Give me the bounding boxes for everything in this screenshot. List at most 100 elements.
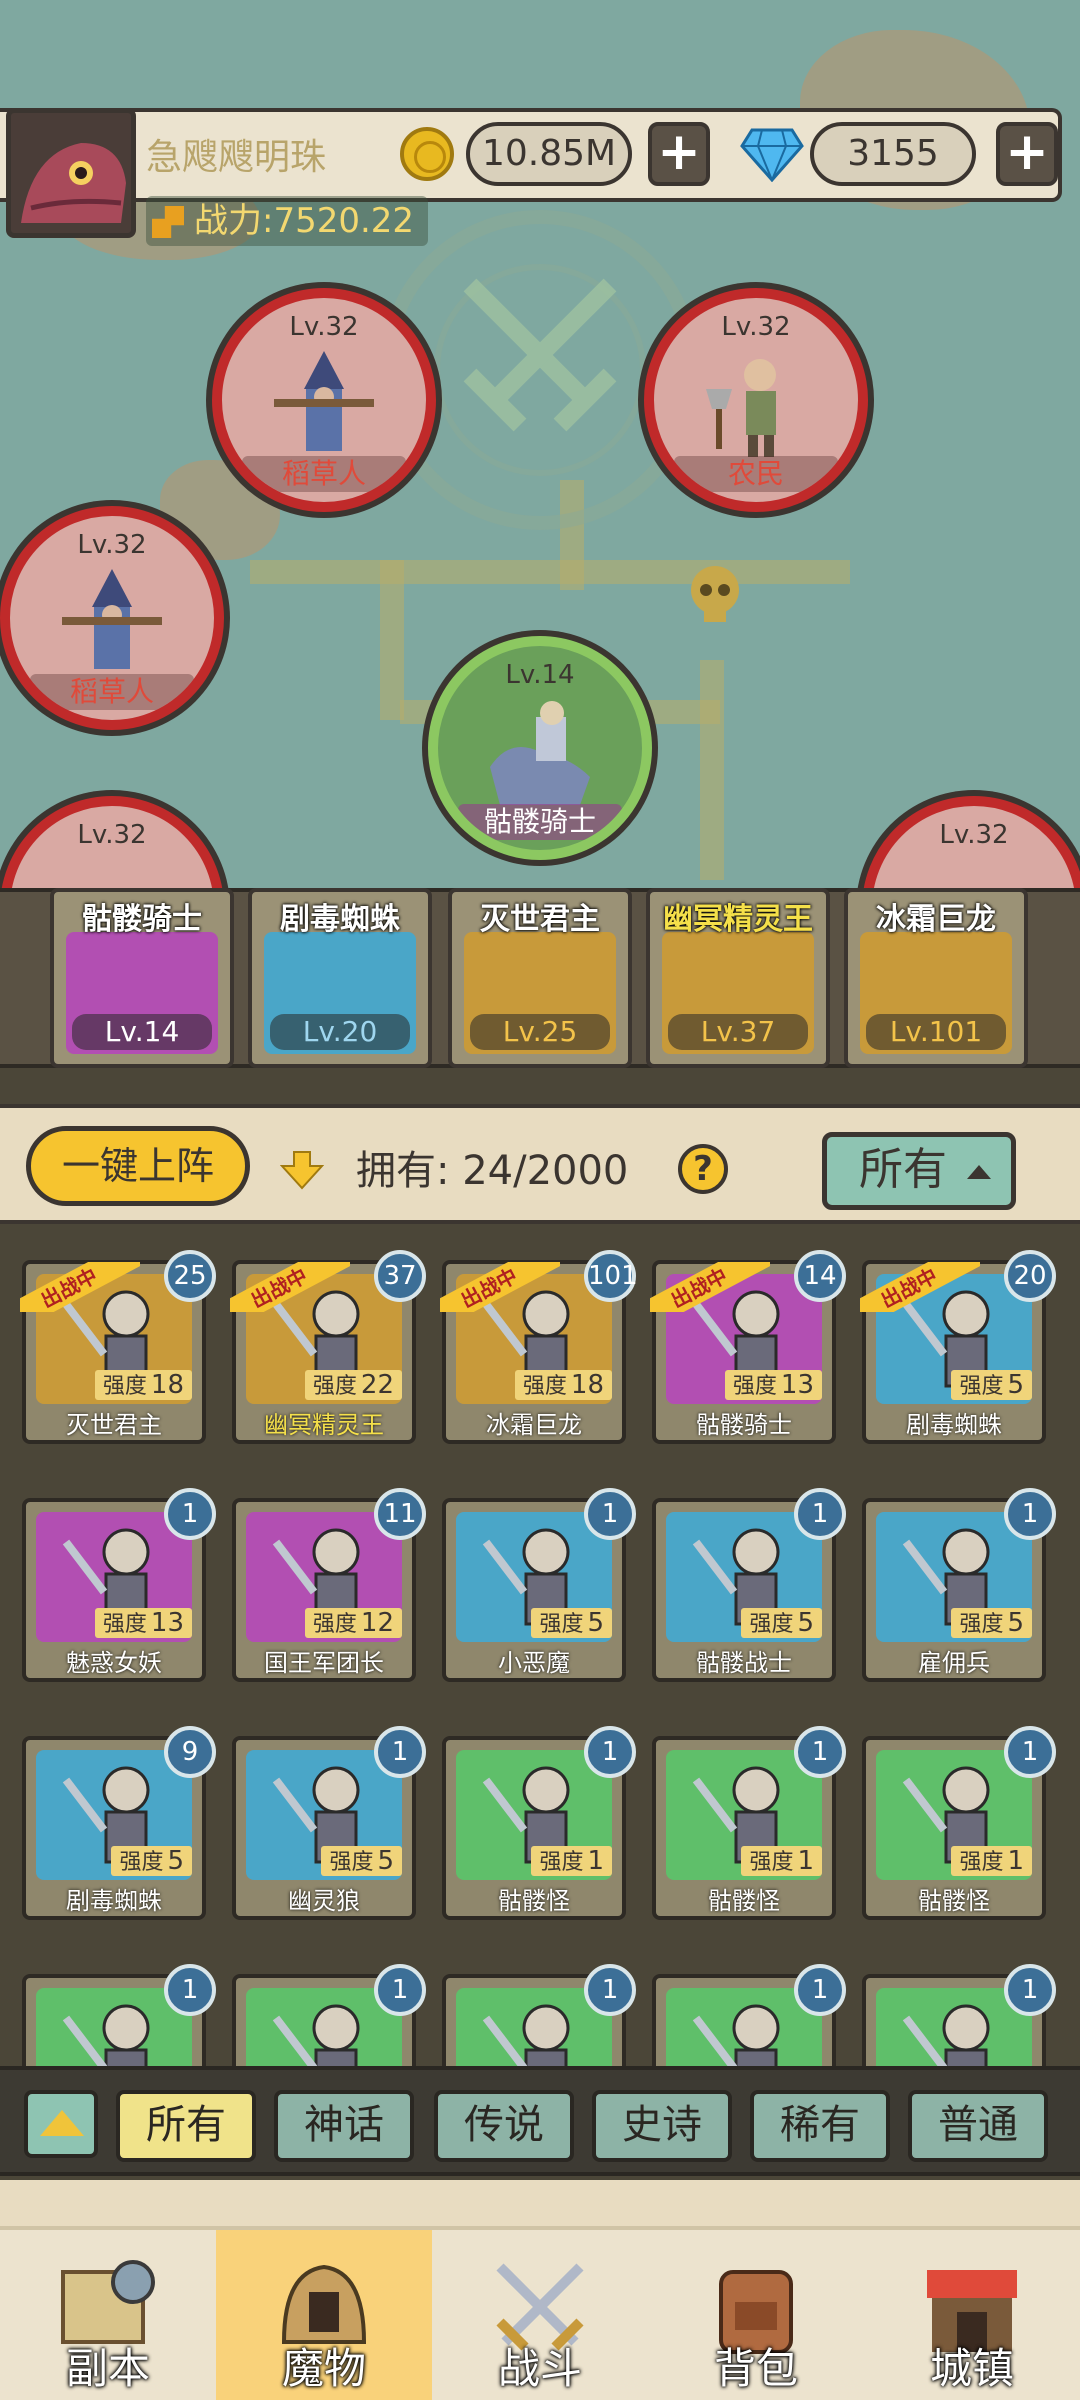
strength-value: 22: [360, 1370, 394, 1400]
nav-label: 魔物: [281, 2344, 366, 2393]
lineup-slot[interactable]: 幽冥精灵王 Lv.37: [646, 888, 830, 1068]
map-node-enemy[interactable]: Lv.32 农民: [644, 288, 868, 512]
caret-up-icon: [967, 1165, 991, 1179]
count-badge: 25: [164, 1250, 216, 1302]
map-node-enemy[interactable]: Lv.32 稻草人: [212, 288, 436, 512]
count-badge: 11: [374, 1488, 426, 1540]
monster-name: 骷髅怪: [918, 1887, 990, 1915]
monster-card[interactable]: 强度 5 骷髅战士 1: [652, 1488, 846, 1682]
monster-card[interactable]: 强度 12 国王军团长 11: [232, 1488, 426, 1682]
strength-prefix: 强度: [959, 1612, 1004, 1637]
monster-card[interactable]: 强度 1 骷髅怪 1: [862, 1726, 1056, 1920]
count-badge: 1: [1004, 1726, 1056, 1778]
count-badge: 1: [374, 1964, 426, 2016]
collapse-up-button[interactable]: [24, 2090, 98, 2158]
count-badge: 1: [164, 1964, 216, 2016]
monster-card[interactable]: 强度 5 剧毒蜘蛛 9: [22, 1726, 216, 1920]
help-button[interactable]: ?: [678, 1144, 728, 1194]
monster-card[interactable]: 强度 5 幽灵狼 1: [232, 1726, 426, 1920]
map-node-enemy[interactable]: Lv.32 稻草人: [0, 506, 224, 730]
deployed-ribbon: 出战中: [440, 1262, 560, 1312]
strength-prefix: 强度: [749, 1612, 794, 1637]
monster-card[interactable]: 强度 1 骷髅怪 1: [652, 1726, 846, 1920]
lineup-slot[interactable]: 灭世君主 Lv.25: [448, 888, 632, 1068]
lineup-slot[interactable]: 骷髅骑士 Lv.14: [50, 888, 234, 1068]
deployed-ribbon: 出战中: [650, 1262, 770, 1312]
monster-card[interactable]: 强度 5 小恶魔 1: [442, 1488, 636, 1682]
monster-card[interactable]: 出战中 强度 18 灭世君主 25: [20, 1250, 216, 1444]
count-badge: 14: [794, 1250, 846, 1302]
monster-card[interactable]: 出战中 强度 22 幽冥精灵王 37: [230, 1250, 426, 1444]
lineup-slot[interactable]: 冰霜巨龙 Lv.101: [844, 888, 1028, 1068]
tier-tab-common[interactable]: 普通: [908, 2090, 1048, 2162]
nav-dungeon[interactable]: 副本: [0, 2226, 216, 2400]
monster-card[interactable]: 1: [652, 1964, 846, 2068]
owned-count: 拥有: 24/2000: [356, 1148, 629, 1194]
strength-value: 1: [587, 1846, 604, 1876]
filter-dropdown[interactable]: 所有: [822, 1132, 1016, 1210]
lineup-level: Lv.14: [72, 1014, 212, 1050]
strength-tag: 强度 18: [94, 1370, 192, 1400]
strength-prefix: 强度: [102, 1374, 147, 1399]
count-badge: 20: [1004, 1250, 1056, 1302]
tier-tab-mythic[interactable]: 神话: [274, 2090, 414, 2162]
monster-card[interactable]: 强度 13 魅惑女妖 1: [22, 1488, 216, 1682]
monster-card[interactable]: 出战中 强度 5 剧毒蜘蛛 20: [860, 1250, 1056, 1444]
count-badge: 1: [794, 1964, 846, 2016]
nav-battle[interactable]: 战斗: [432, 2226, 648, 2400]
count-badge: 1: [584, 1726, 636, 1778]
gem-amount: 3155: [810, 122, 976, 186]
lineup-slot[interactable]: 剧毒蜘蛛 Lv.20: [248, 888, 432, 1068]
lineup-name: 剧毒蜘蛛: [280, 902, 400, 937]
monster-card[interactable]: 强度 1 骷髅怪 1: [442, 1726, 636, 1920]
monster-name: 幽冥精灵王: [264, 1411, 384, 1439]
strength-prefix: 强度: [732, 1374, 777, 1399]
add-gem-button[interactable]: +: [996, 122, 1058, 186]
strength-value: 5: [1007, 1370, 1024, 1400]
quick-deploy-button[interactable]: 一键上阵: [26, 1126, 250, 1206]
monster-card[interactable]: 1: [232, 1964, 426, 2068]
count-badge: 1: [1004, 1964, 1056, 2016]
strength-value: 13: [780, 1370, 814, 1400]
scarecrow-icon: [274, 351, 374, 452]
monster-card[interactable]: 1: [442, 1964, 636, 2068]
deployed-label: 出战中: [20, 1262, 140, 1312]
combat-power: 战力:7520.22: [146, 196, 429, 246]
nav-backpack[interactable]: 背包: [648, 2226, 864, 2400]
monster-card[interactable]: 出战中 强度 13 骷髅骑士 14: [650, 1250, 846, 1444]
strength-prefix: 强度: [959, 1850, 1004, 1875]
map-node-ally[interactable]: Lv.14 骷髅骑士: [428, 636, 652, 860]
strength-tag: 强度 5: [531, 1608, 612, 1638]
lineup-level: Lv.37: [668, 1014, 808, 1050]
deployed-ribbon: 出战中: [230, 1262, 350, 1312]
monster-card[interactable]: 强度 5 雇佣兵 1: [862, 1488, 1056, 1682]
tier-tab-all[interactable]: 所有: [116, 2090, 256, 2162]
monster-card[interactable]: 1: [862, 1964, 1056, 2068]
strength-prefix: 强度: [539, 1850, 584, 1875]
strength-tag: 强度 13: [724, 1370, 822, 1400]
player-avatar[interactable]: [6, 108, 136, 238]
lineup-name: 幽冥精灵王: [663, 902, 813, 937]
deployed-ribbon: 出战中: [860, 1262, 980, 1312]
strength-tag: 强度 5: [951, 1608, 1032, 1638]
nav-town[interactable]: 城镇: [864, 2226, 1080, 2400]
tier-tab-legendary[interactable]: 传说: [434, 2090, 574, 2162]
count-badge: 1: [584, 1488, 636, 1540]
strength-value: 5: [1007, 1608, 1024, 1638]
monster-name: 国王军团长: [264, 1649, 384, 1677]
node-level: Lv.32: [939, 820, 1009, 850]
monster-card[interactable]: 出战中 强度 18 冰霜巨龙 101: [440, 1250, 638, 1444]
monster-name: 冰霜巨龙: [486, 1411, 582, 1439]
tier-tab-epic[interactable]: 史诗: [592, 2090, 732, 2162]
monster-grid[interactable]: 出战中 强度 18 灭世君主 25 出战中 强度 22 幽冥精灵王 37 出战中 强度 18 冰霜巨龙 10…: [0, 1228, 1080, 2068]
monster-card[interactable]: 1: [22, 1964, 216, 2068]
count-badge: 9: [164, 1726, 216, 1778]
nav-monsters[interactable]: 魔物: [216, 2226, 432, 2400]
add-gold-button[interactable]: +: [648, 122, 710, 186]
strength-prefix: 强度: [119, 1850, 164, 1875]
count-badge: 101: [584, 1250, 638, 1302]
deployed-label: 出战中: [860, 1262, 980, 1312]
strength-tag: 强度 13: [94, 1608, 192, 1638]
tier-tab-rare[interactable]: 稀有: [750, 2090, 890, 2162]
nav-label: 背包: [713, 2344, 798, 2393]
